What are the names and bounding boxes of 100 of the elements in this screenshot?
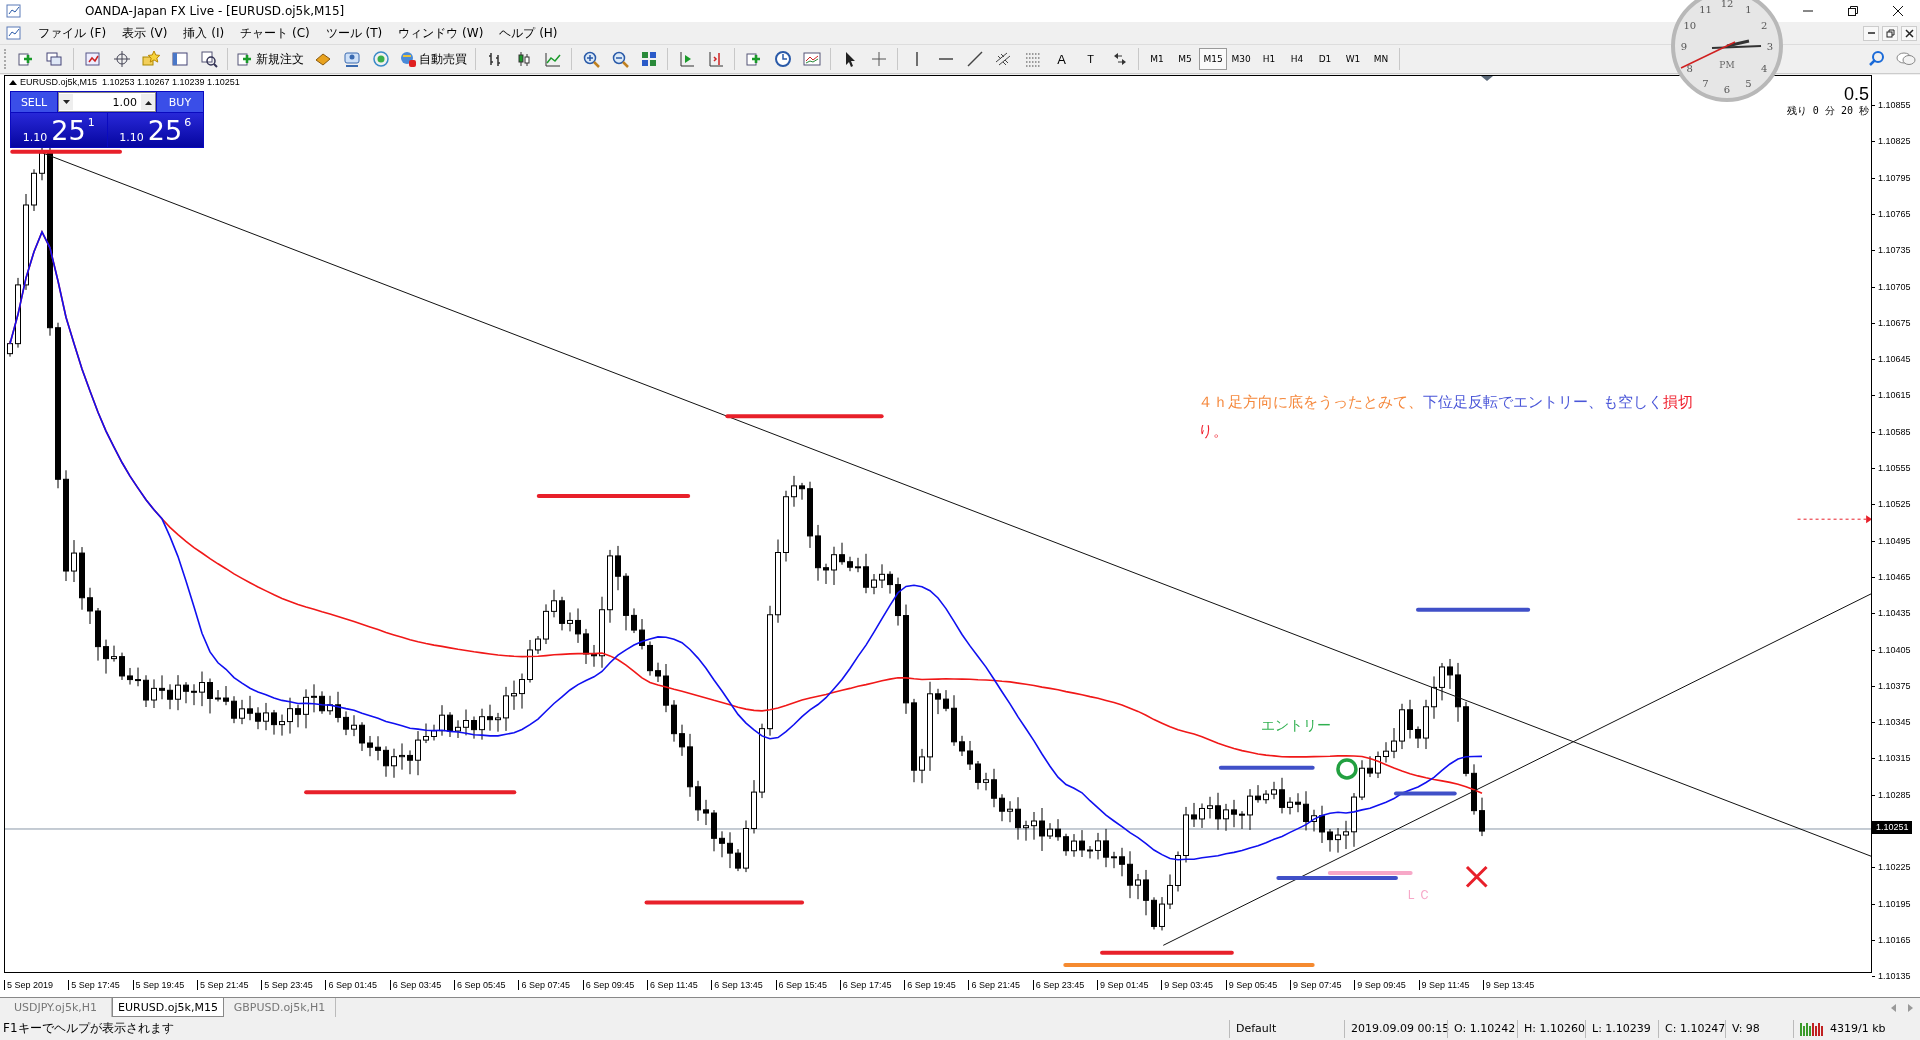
menu-item[interactable]: 表示 (V)	[114, 24, 176, 42]
time-axis-label: 6 Sep 23:45	[1032, 980, 1098, 990]
clock-numeral: 10	[1683, 19, 1697, 31]
menu-item[interactable]: ツール (T)	[317, 24, 391, 42]
time-axis-label: 5 Sep 19:45	[132, 980, 197, 990]
clock-numeral: 11	[1699, 3, 1712, 15]
price-axis-label: 1.10705	[1872, 279, 1911, 294]
price-axis-label: 1.10315	[1872, 751, 1911, 766]
status-close: C: 1.10247	[1658, 1019, 1725, 1038]
timeframe-button[interactable]: W1	[1339, 48, 1367, 70]
clock-numeral: 4	[1761, 62, 1768, 74]
price-axis-label: 1.10345	[1872, 715, 1911, 730]
time-axis-label: 6 Sep 19:45	[904, 980, 969, 990]
sell-button[interactable]: SELL	[11, 92, 57, 112]
text-label-tool-button[interactable]: T	[1078, 47, 1103, 71]
time-axis-label: 6 Sep 07:45	[518, 980, 583, 990]
time-axis-label: 9 Sep 13:45	[1482, 980, 1548, 990]
bar-time-remaining: 残り 0 分 20 秒	[1786, 104, 1869, 118]
price-pips: 25	[51, 117, 86, 144]
price-axis-label: 1.10375	[1872, 678, 1911, 693]
timeframe-button[interactable]: M5	[1171, 48, 1199, 70]
price-axis-label: 1.10285	[1872, 787, 1911, 802]
time-axis-label: 6 Sep 01:45	[325, 980, 390, 990]
time-axis-label: 9 Sep 01:45	[1097, 980, 1162, 990]
clock-numeral: 9	[1680, 41, 1688, 52]
price-axis-label: 1.10585	[1872, 424, 1911, 439]
time-axis-label: 6 Sep 05:45	[454, 980, 519, 990]
price-axis-label: 1.10795	[1872, 170, 1911, 185]
time-axis-label: 6 Sep 15:45	[775, 980, 840, 990]
lc-label: ＬＣ	[1405, 886, 1431, 904]
price-pips: 25	[147, 117, 183, 144]
time-axis-label: 6 Sep 21:45	[968, 980, 1033, 990]
price-axis-label: 1.10525	[1872, 497, 1911, 512]
time-axis-label: 5 Sep 21:45	[196, 980, 262, 990]
price-axis-label: 1.10555	[1872, 461, 1911, 475]
time-axis-label: 9 Sep 09:45	[1354, 980, 1419, 990]
timeframe-button[interactable]: H4	[1283, 48, 1311, 70]
clock-numeral: 6	[1723, 84, 1731, 95]
new-order-button[interactable]: 新規注文	[232, 47, 308, 71]
time-axis-label: 9 Sep 07:45	[1289, 980, 1355, 990]
price-fraction: 1	[87, 116, 95, 129]
clock-numeral: 1	[1745, 3, 1752, 15]
time-axis-label: 6 Sep 13:45	[711, 980, 776, 990]
clock-period: PM	[1719, 60, 1735, 70]
price-axis-label: 1.10435	[1872, 606, 1911, 621]
spread-value: 0.5	[1843, 84, 1869, 104]
time-axis-label: 9 Sep 05:45	[1225, 980, 1290, 990]
time-axis-label: 5 Sep 17:45	[68, 980, 133, 990]
price-axis-label: 1.10195	[1872, 896, 1911, 911]
status-open: O: 1.10242	[1447, 1019, 1517, 1038]
status-low: L: 1.10239	[1585, 1019, 1658, 1038]
price-axis-label: 1.10855	[1872, 98, 1911, 112]
status-help-text: F1キーでヘルプが表示されます	[2, 1020, 175, 1037]
price-prefix: 1.10	[119, 131, 144, 144]
current-price-tag: 1.10251	[1872, 821, 1912, 834]
price-axis-label: 1.10225	[1872, 860, 1911, 875]
menu-item[interactable]: ヘルプ (H)	[491, 24, 566, 42]
status-traffic: 4319/1 kb	[1830, 1020, 1886, 1037]
time-axis-label: 6 Sep 09:45	[582, 980, 647, 990]
timeframe-button[interactable]: M1	[1143, 48, 1171, 70]
price-fraction: 6	[184, 116, 192, 129]
time-axis-label: 6 Sep 03:45	[389, 980, 455, 990]
chart-header: EURUSD.oj5k,M15 1.10253 1.10267 1.10239 1.10251	[20, 77, 240, 87]
timeframe-button[interactable]: H1	[1255, 48, 1283, 70]
price-prefix: 1.10	[22, 131, 48, 144]
time-axis-label: 9 Sep 03:45	[1161, 980, 1226, 990]
status-high: H: 1.10260	[1517, 1019, 1585, 1038]
price-axis-label: 1.10735	[1872, 243, 1911, 258]
menu-item[interactable]: ファイル (F)	[30, 24, 115, 42]
buy-button[interactable]: BUY	[157, 92, 203, 112]
menu-item[interactable]: ウィンドウ (W)	[390, 24, 492, 42]
price-axis-label: 1.10135	[1872, 969, 1911, 984]
price-axis-label: 1.10465	[1872, 569, 1911, 584]
entry-label: エントリー	[1261, 717, 1331, 735]
time-axis-label: 5 Sep 23:45	[261, 980, 326, 990]
auto-trading-button[interactable]: 自動売買	[395, 47, 471, 71]
time-axis-label: 6 Sep 17:45	[839, 980, 905, 990]
menu-item[interactable]: 挿入 (I)	[175, 24, 233, 42]
text-tool-button[interactable]: A	[1049, 47, 1074, 71]
clock-numeral: 2	[1761, 19, 1768, 31]
price-axis-label: 1.10825	[1872, 134, 1911, 149]
chart-tab[interactable]: EURUSD.oj5k,M15	[112, 998, 224, 1017]
status-profile: Default	[1229, 1019, 1344, 1038]
price-axis-label: 1.10675	[1872, 315, 1911, 330]
menu-item[interactable]: チャート (C)	[232, 24, 318, 42]
timeframe-button[interactable]: D1	[1311, 48, 1339, 70]
timeframe-button[interactable]: M30	[1227, 48, 1255, 70]
time-axis-label: 9 Sep 11:45	[1418, 980, 1483, 990]
time-axis-label: 6 Sep 11:45	[646, 980, 712, 990]
price-axis-label: 1.10615	[1872, 388, 1911, 403]
clock-numeral: 8	[1686, 62, 1693, 74]
price-axis-label: 1.10165	[1872, 932, 1911, 947]
timeframe-button[interactable]: M15	[1199, 48, 1227, 70]
price-axis-label: 1.10495	[1872, 533, 1911, 548]
clock-numeral: 7	[1702, 78, 1709, 90]
time-axis-label: 5 Sep 2019	[4, 980, 69, 990]
window-title: OANDA-Japan FX Live - [EURUSD.oj5k,M15]	[85, 4, 345, 18]
timeframe-button[interactable]: MN	[1367, 48, 1395, 70]
price-axis-label: 1.10645	[1872, 352, 1911, 367]
clock-numeral: 3	[1766, 41, 1774, 52]
